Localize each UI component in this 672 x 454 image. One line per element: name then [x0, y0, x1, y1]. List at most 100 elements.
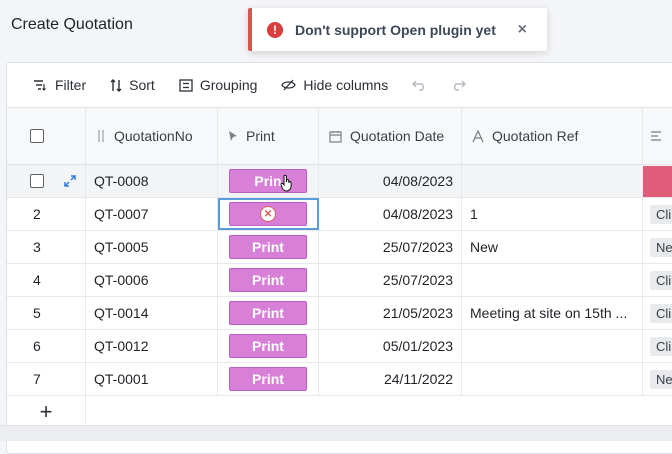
close-icon[interactable]: ×: [518, 21, 527, 39]
print-button[interactable]: Prin: [229, 169, 307, 193]
undo-icon: [412, 80, 425, 91]
quotationno-cell[interactable]: QT-0008: [86, 165, 218, 197]
filter-icon: [34, 79, 46, 91]
column-header-print[interactable]: Print: [218, 108, 319, 164]
column-header-date[interactable]: Quotation Date: [319, 108, 462, 164]
row-index-cell: 3: [7, 231, 86, 263]
table-row[interactable]: 5 QT-0014 Print 21/05/2023 Meeting at si…: [7, 297, 672, 330]
print-button[interactable]: Print: [229, 268, 307, 292]
ref-cell[interactable]: [462, 165, 643, 197]
expand-icon[interactable]: [64, 175, 76, 187]
date-cell[interactable]: 21/05/2023: [319, 297, 462, 329]
row-index-cell: 7: [7, 363, 86, 395]
status-tag: Cli: [650, 270, 672, 290]
date-cell[interactable]: 04/08/2023: [319, 198, 462, 230]
list-icon: [650, 131, 662, 141]
extra-cell[interactable]: Cli: [643, 264, 672, 296]
print-button[interactable]: Print: [229, 235, 307, 259]
ref-cell[interactable]: [462, 363, 643, 395]
table-row[interactable]: 6 QT-0012 Print 05/01/2023 Cli: [7, 330, 672, 363]
extra-cell[interactable]: Ne: [643, 231, 672, 263]
calendar-icon: [329, 130, 342, 143]
toolbar: Filter Sort Grouping Hide columns: [7, 63, 672, 108]
row-index-cell: 5: [7, 297, 86, 329]
grid-panel: Filter Sort Grouping Hide columns Quotat…: [6, 62, 672, 454]
toast-message: Don't support Open plugin yet: [295, 21, 496, 38]
add-row-button[interactable]: +: [7, 396, 86, 428]
sort-label: Sort: [129, 77, 155, 93]
filter-label: Filter: [55, 77, 87, 93]
print-cell: Print: [218, 297, 319, 329]
status-tag: Ne: [650, 237, 672, 257]
row-index-cell: 4: [7, 264, 86, 296]
table-row[interactable]: 2 QT-0007 ✕ 04/08/2023 1 Cli: [7, 198, 672, 231]
status-tag: Ne: [650, 369, 672, 389]
print-cell[interactable]: ✕: [218, 198, 319, 230]
data-grid: QuotationNo Print Quotation Date Quotati…: [7, 108, 672, 429]
date-cell[interactable]: 25/07/2023: [319, 264, 462, 296]
undo-button[interactable]: [412, 79, 428, 91]
print-cell: Prin: [218, 165, 319, 197]
quotationno-cell[interactable]: QT-0007: [86, 198, 218, 230]
column-label: Quotation Date: [350, 128, 445, 144]
extra-cell[interactable]: Cli: [643, 198, 672, 230]
print-cell: Print: [218, 231, 319, 263]
row-checkbox[interactable]: [30, 174, 44, 188]
row-index-cell: 6: [7, 330, 86, 362]
status-tag: Cli: [650, 336, 672, 356]
grouping-icon: [179, 78, 193, 92]
column-header-quotationno[interactable]: QuotationNo: [86, 108, 218, 164]
filter-button[interactable]: Filter: [33, 77, 86, 93]
quotationno-cell[interactable]: QT-0014: [86, 297, 218, 329]
print-cell: Print: [218, 363, 319, 395]
table-row[interactable]: 4 QT-0006 Print 25/07/2023 Cli: [7, 264, 672, 297]
ref-cell[interactable]: [462, 264, 643, 296]
quotationno-cell[interactable]: QT-0006: [86, 264, 218, 296]
date-cell[interactable]: 25/07/2023: [319, 231, 462, 263]
grouping-label: Grouping: [199, 77, 258, 93]
table-row[interactable]: QT-0008 Prin 04/08/2023: [7, 165, 672, 198]
column-label: QuotationNo: [114, 128, 193, 144]
row-select-cell: [7, 165, 86, 197]
grid-header: QuotationNo Print Quotation Date Quotati…: [7, 108, 672, 165]
select-all-checkbox[interactable]: [30, 129, 44, 143]
extra-cell[interactable]: Cli: [643, 330, 672, 362]
sort-button[interactable]: Sort: [110, 77, 155, 93]
footer-bar: [0, 425, 672, 441]
date-cell[interactable]: 04/08/2023: [319, 165, 462, 197]
ref-cell[interactable]: 1: [462, 198, 643, 230]
text-icon: [472, 129, 484, 143]
cursor-icon: [228, 130, 238, 142]
hide-columns-button[interactable]: Hide columns: [281, 77, 388, 93]
grouping-button[interactable]: Grouping: [179, 77, 258, 93]
print-button[interactable]: Print: [229, 301, 307, 325]
select-all-cell: [7, 108, 86, 164]
extra-cell[interactable]: Cli: [643, 297, 672, 329]
table-row[interactable]: 7 QT-0001 Print 24/11/2022 Ne: [7, 363, 672, 396]
sequence-icon: [96, 129, 106, 143]
eye-off-icon: [281, 79, 297, 91]
ref-cell[interactable]: [462, 330, 643, 362]
extra-cell[interactable]: [643, 165, 672, 197]
quotationno-cell[interactable]: QT-0001: [86, 363, 218, 395]
quotationno-cell[interactable]: QT-0005: [86, 231, 218, 263]
table-row[interactable]: 3 QT-0005 Print 25/07/2023 New Ne: [7, 231, 672, 264]
error-toast: ! Don't support Open plugin yet ×: [248, 8, 547, 51]
date-cell[interactable]: 24/11/2022: [319, 363, 462, 395]
error-icon: !: [267, 21, 283, 38]
print-cell: Print: [218, 330, 319, 362]
date-cell[interactable]: 05/01/2023: [319, 330, 462, 362]
print-button[interactable]: Print: [229, 334, 307, 358]
ref-cell[interactable]: Meeting at site on 15th ...: [462, 297, 643, 329]
status-tag: Cli: [650, 204, 672, 224]
ref-cell[interactable]: New: [462, 231, 643, 263]
quotationno-cell[interactable]: QT-0012: [86, 330, 218, 362]
row-index-cell: 2: [7, 198, 86, 230]
print-button-error[interactable]: ✕: [229, 202, 307, 226]
extra-cell[interactable]: Ne: [643, 363, 672, 395]
print-button[interactable]: Print: [229, 367, 307, 391]
column-header-more[interactable]: [643, 108, 672, 164]
redo-button[interactable]: [450, 79, 467, 91]
error-x-icon: ✕: [260, 206, 276, 222]
column-header-ref[interactable]: Quotation Ref: [462, 108, 643, 164]
